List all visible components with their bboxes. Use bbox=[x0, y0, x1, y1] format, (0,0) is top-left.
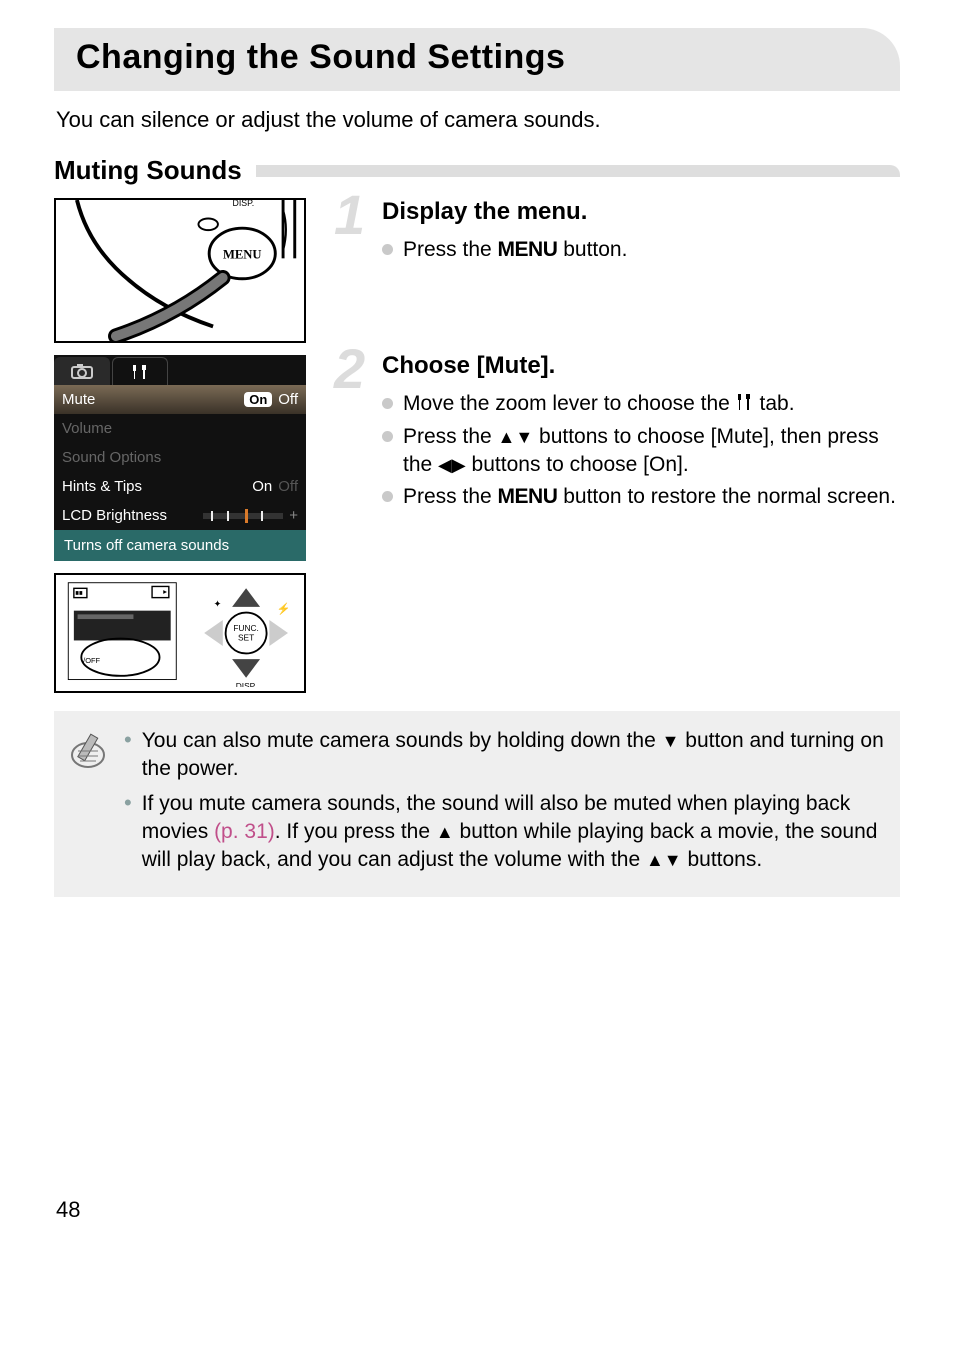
lcd-row-sound-options: Sound Options bbox=[54, 443, 306, 472]
lcd-tab-tools bbox=[112, 357, 168, 385]
step-2-bullet-3: Press the MENU button to restore the nor… bbox=[382, 483, 900, 511]
menu-icon: MENU bbox=[498, 238, 558, 261]
lcd-tab-camera bbox=[54, 357, 110, 385]
lcd-row-volume: Volume bbox=[54, 414, 306, 443]
step-number-2: 2 bbox=[334, 336, 365, 401]
lcd-footer: Turns off camera sounds bbox=[54, 530, 306, 561]
svg-text:⚡: ⚡ bbox=[277, 602, 291, 616]
step-1-bullet-1: Press the MENU button. bbox=[382, 236, 900, 264]
svg-text:DISP.: DISP. bbox=[236, 681, 257, 687]
illustration-menu-button: MENU DISP. bbox=[54, 198, 306, 343]
lcd-menu: Mute On Off Volume Sound Options Hints &… bbox=[54, 355, 306, 561]
tools-icon bbox=[736, 393, 754, 413]
step-1-title: Display the menu. bbox=[382, 198, 900, 226]
svg-text:MENU: MENU bbox=[223, 247, 262, 261]
page-title: Changing the Sound Settings bbox=[76, 38, 878, 77]
step-2-bullet-1: Move the zoom lever to choose the tab. bbox=[382, 390, 900, 418]
lcd-row-mute: Mute On Off bbox=[54, 385, 306, 414]
menu-icon: MENU bbox=[498, 485, 558, 508]
svg-text:SET: SET bbox=[238, 632, 254, 642]
note-item-2: • If you mute camera sounds, the sound w… bbox=[124, 790, 886, 875]
up-icon: ▲ bbox=[436, 822, 454, 842]
intro-text: You can silence or adjust the volume of … bbox=[56, 107, 898, 133]
up-down-icon: ▲▼ bbox=[498, 427, 534, 447]
svg-text:DISP.: DISP. bbox=[233, 200, 255, 208]
step-number-1: 1 bbox=[334, 182, 365, 247]
lcd-row-lcd-brightness: LCD Brightness + bbox=[54, 501, 306, 530]
step-2-title: Choose [Mute]. bbox=[382, 352, 900, 380]
up-down-icon: ▲▼ bbox=[646, 850, 682, 870]
page-ref-link[interactable]: (p. 31) bbox=[214, 820, 275, 843]
note-item-1: • You can also mute camera sounds by hol… bbox=[124, 727, 886, 784]
section-rule bbox=[256, 165, 900, 177]
left-right-icon: ◀▶ bbox=[438, 455, 466, 475]
page-number: 48 bbox=[54, 1197, 900, 1223]
svg-text:/OFF: /OFF bbox=[83, 656, 100, 665]
illustration-dpad: /OFF FUNC. SET DISP. ✦ ⚡ bbox=[54, 573, 306, 693]
pencil-note-icon bbox=[68, 731, 108, 881]
lcd-row-hints-tips: Hints & Tips On Off bbox=[54, 472, 306, 501]
step-2-bullet-2: Press the ▲▼ buttons to choose [Mute], t… bbox=[382, 423, 900, 480]
down-icon: ▼ bbox=[662, 731, 680, 751]
section-title: Muting Sounds bbox=[54, 155, 242, 186]
note-box: • You can also mute camera sounds by hol… bbox=[54, 711, 900, 897]
svg-text:✦: ✦ bbox=[214, 599, 222, 609]
